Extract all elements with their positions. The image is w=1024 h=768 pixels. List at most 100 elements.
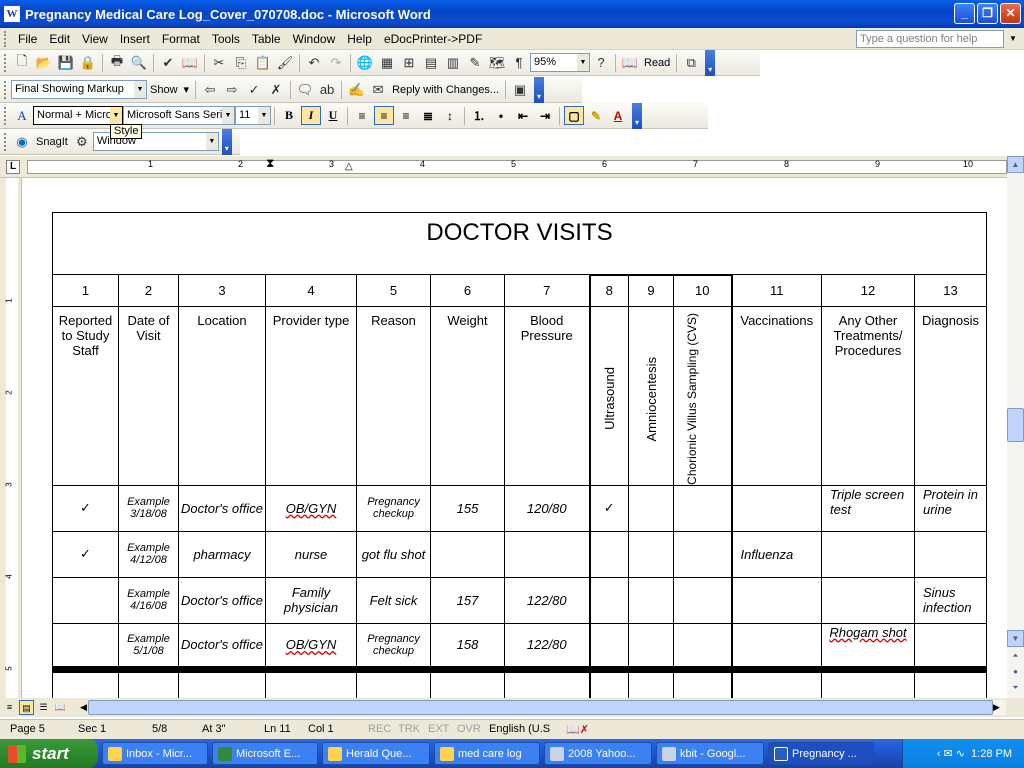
column-number[interactable]: 1: [52, 274, 119, 307]
cell-bp[interactable]: 120/80: [504, 484, 590, 532]
task-herald[interactable]: Herald Que...: [322, 742, 430, 765]
align-right-icon[interactable]: ≡: [396, 106, 416, 125]
numbering-icon[interactable]: ⒈: [469, 106, 489, 125]
cell-other[interactable]: Rhogam shot: [821, 622, 915, 670]
reading-layout-icon[interactable]: ⧉: [681, 53, 701, 73]
show-hide-icon[interactable]: ¶: [509, 53, 529, 73]
cell-date[interactable]: Example 4/12/08: [118, 530, 179, 578]
header-other[interactable]: Any Other Treatments/ Procedures: [821, 306, 915, 486]
cell-provider[interactable]: OB/GYN: [265, 484, 357, 532]
menu-grip[interactable]: [4, 30, 8, 47]
toolbar-grip[interactable]: [4, 80, 7, 99]
read-icon[interactable]: 📖: [620, 53, 640, 73]
cell-provider[interactable]: nurse: [265, 530, 357, 578]
cell-other[interactable]: [821, 576, 915, 624]
empty-cell[interactable]: [731, 665, 822, 698]
spelling-icon[interactable]: ✔: [158, 53, 178, 73]
toolbar-options-icon[interactable]: ▾: [632, 102, 642, 129]
column-number[interactable]: 7: [504, 274, 590, 307]
start-button[interactable]: start: [0, 739, 98, 768]
restore-button[interactable]: ❐: [977, 3, 998, 24]
cell-reported[interactable]: ✓: [52, 484, 119, 532]
print-layout-view-icon[interactable]: ▤: [19, 700, 34, 715]
align-center-icon[interactable]: ≡: [374, 106, 394, 125]
empty-cell[interactable]: [588, 665, 629, 698]
cell-amnio[interactable]: [628, 576, 674, 624]
status-page-count[interactable]: 5/8: [152, 723, 167, 735]
cell-reason[interactable]: got flu shot: [356, 530, 431, 578]
highlight-color-icon[interactable]: ✎: [586, 106, 606, 125]
help-icon[interactable]: ?: [591, 53, 611, 73]
horizontal-scroll-track[interactable]: [88, 700, 1006, 715]
empty-cell[interactable]: [356, 665, 431, 698]
column-number[interactable]: 8: [588, 273, 629, 307]
column-number[interactable]: 3: [178, 274, 266, 307]
header-vaccinations[interactable]: Vaccinations: [731, 306, 822, 486]
column-number[interactable]: 10: [673, 273, 733, 307]
cell-reported[interactable]: [52, 622, 119, 670]
cell-location[interactable]: Doctor's office: [178, 484, 266, 532]
align-left-icon[interactable]: ≡: [352, 106, 372, 125]
font-select[interactable]: Microsoft Sans Serif ▼: [123, 106, 235, 125]
document-area[interactable]: DOCTOR VISITS 1 2 3 4 5 6 7 8 9 10 11 12…: [22, 178, 1007, 698]
cell-location[interactable]: Doctor's office: [178, 576, 266, 624]
cell-diagnosis[interactable]: Protein in urine: [914, 484, 987, 532]
style-select[interactable]: Normal + Micro ▼: [33, 106, 123, 125]
bullets-icon[interactable]: •: [491, 106, 511, 125]
cell-cvs[interactable]: [673, 622, 733, 670]
vertical-ruler[interactable]: 1 2 3 4 5: [0, 178, 22, 698]
reply-changes-icon[interactable]: ✉: [368, 80, 388, 100]
research-icon[interactable]: 📖: [180, 53, 200, 73]
column-marker-icon[interactable]: △: [345, 161, 353, 172]
header-location[interactable]: Location: [178, 306, 266, 486]
cell-amnio[interactable]: [628, 622, 674, 670]
snagit-button[interactable]: SnagIt: [33, 136, 71, 148]
status-at[interactable]: At 3": [202, 723, 225, 735]
header-reported[interactable]: Reported to Study Staff: [52, 306, 119, 486]
italic-button[interactable]: I: [301, 106, 321, 125]
status-trk[interactable]: TRK: [398, 723, 420, 735]
word-icon[interactable]: W: [4, 6, 20, 22]
columns-icon[interactable]: ▥: [443, 53, 463, 73]
task-excel[interactable]: Microsoft E...: [212, 742, 318, 765]
save-icon[interactable]: 💾: [56, 53, 76, 73]
vertical-scroll-thumb[interactable]: [1007, 408, 1024, 442]
cell-weight[interactable]: 157: [430, 576, 505, 624]
cell-reported[interactable]: [52, 576, 119, 624]
cell-bp[interactable]: [504, 530, 590, 578]
header-cvs-cell[interactable]: Chorionic Villus Sampling (CVS): [673, 306, 733, 486]
help-dropdown-icon[interactable]: ▼: [1006, 30, 1020, 48]
cell-reported[interactable]: ✓: [52, 530, 119, 578]
cell-vaccinations[interactable]: Influenza: [731, 530, 822, 578]
help-search-input[interactable]: Type a question for help: [856, 30, 1004, 48]
cell-provider[interactable]: Family physician: [265, 576, 357, 624]
cell-date[interactable]: Example 5/1/08: [118, 622, 179, 670]
status-ext[interactable]: EXT: [428, 723, 449, 735]
header-diagnosis[interactable]: Diagnosis: [914, 306, 987, 486]
cell-ultrasound[interactable]: [588, 530, 629, 578]
cell-diagnosis[interactable]: [914, 530, 987, 578]
task-pregnancy[interactable]: Pregnancy ...: [768, 742, 874, 765]
cell-reason[interactable]: Pregnancy checkup: [356, 622, 431, 670]
status-line[interactable]: Ln 11: [264, 723, 291, 735]
cell-cvs[interactable]: [673, 484, 733, 532]
empty-cell[interactable]: [265, 665, 357, 698]
empty-cell[interactable]: [52, 665, 119, 698]
vertical-scrollbar[interactable]: ▲ ▼ ⏶ ● ⏷: [1007, 156, 1024, 698]
toolbar-options-icon[interactable]: ▾: [534, 76, 545, 103]
column-number[interactable]: 11: [731, 274, 822, 307]
horizontal-ruler[interactable]: L 1 2 3 4 5 6 7 8 9 10 ⧗ △: [0, 156, 1024, 178]
header-ultrasound-cell[interactable]: Ultrasound: [588, 306, 629, 486]
toolbar-grip[interactable]: [4, 132, 7, 151]
column-number[interactable]: 5: [356, 274, 431, 307]
outline-view-icon[interactable]: ☰: [36, 700, 51, 715]
zoom-select[interactable]: 95% ▼: [530, 53, 590, 72]
justify-icon[interactable]: ≣: [418, 106, 438, 125]
copy-icon[interactable]: ⎘: [231, 53, 251, 73]
cell-reason[interactable]: Felt sick: [356, 576, 431, 624]
cell-diagnosis[interactable]: Sinus infection: [914, 576, 987, 624]
toolbar-options-icon[interactable]: ▾: [705, 49, 716, 76]
insert-table-icon[interactable]: ⊞: [399, 53, 419, 73]
cell-ultrasound[interactable]: ✓: [588, 484, 629, 532]
menu-format[interactable]: Format: [156, 32, 206, 46]
